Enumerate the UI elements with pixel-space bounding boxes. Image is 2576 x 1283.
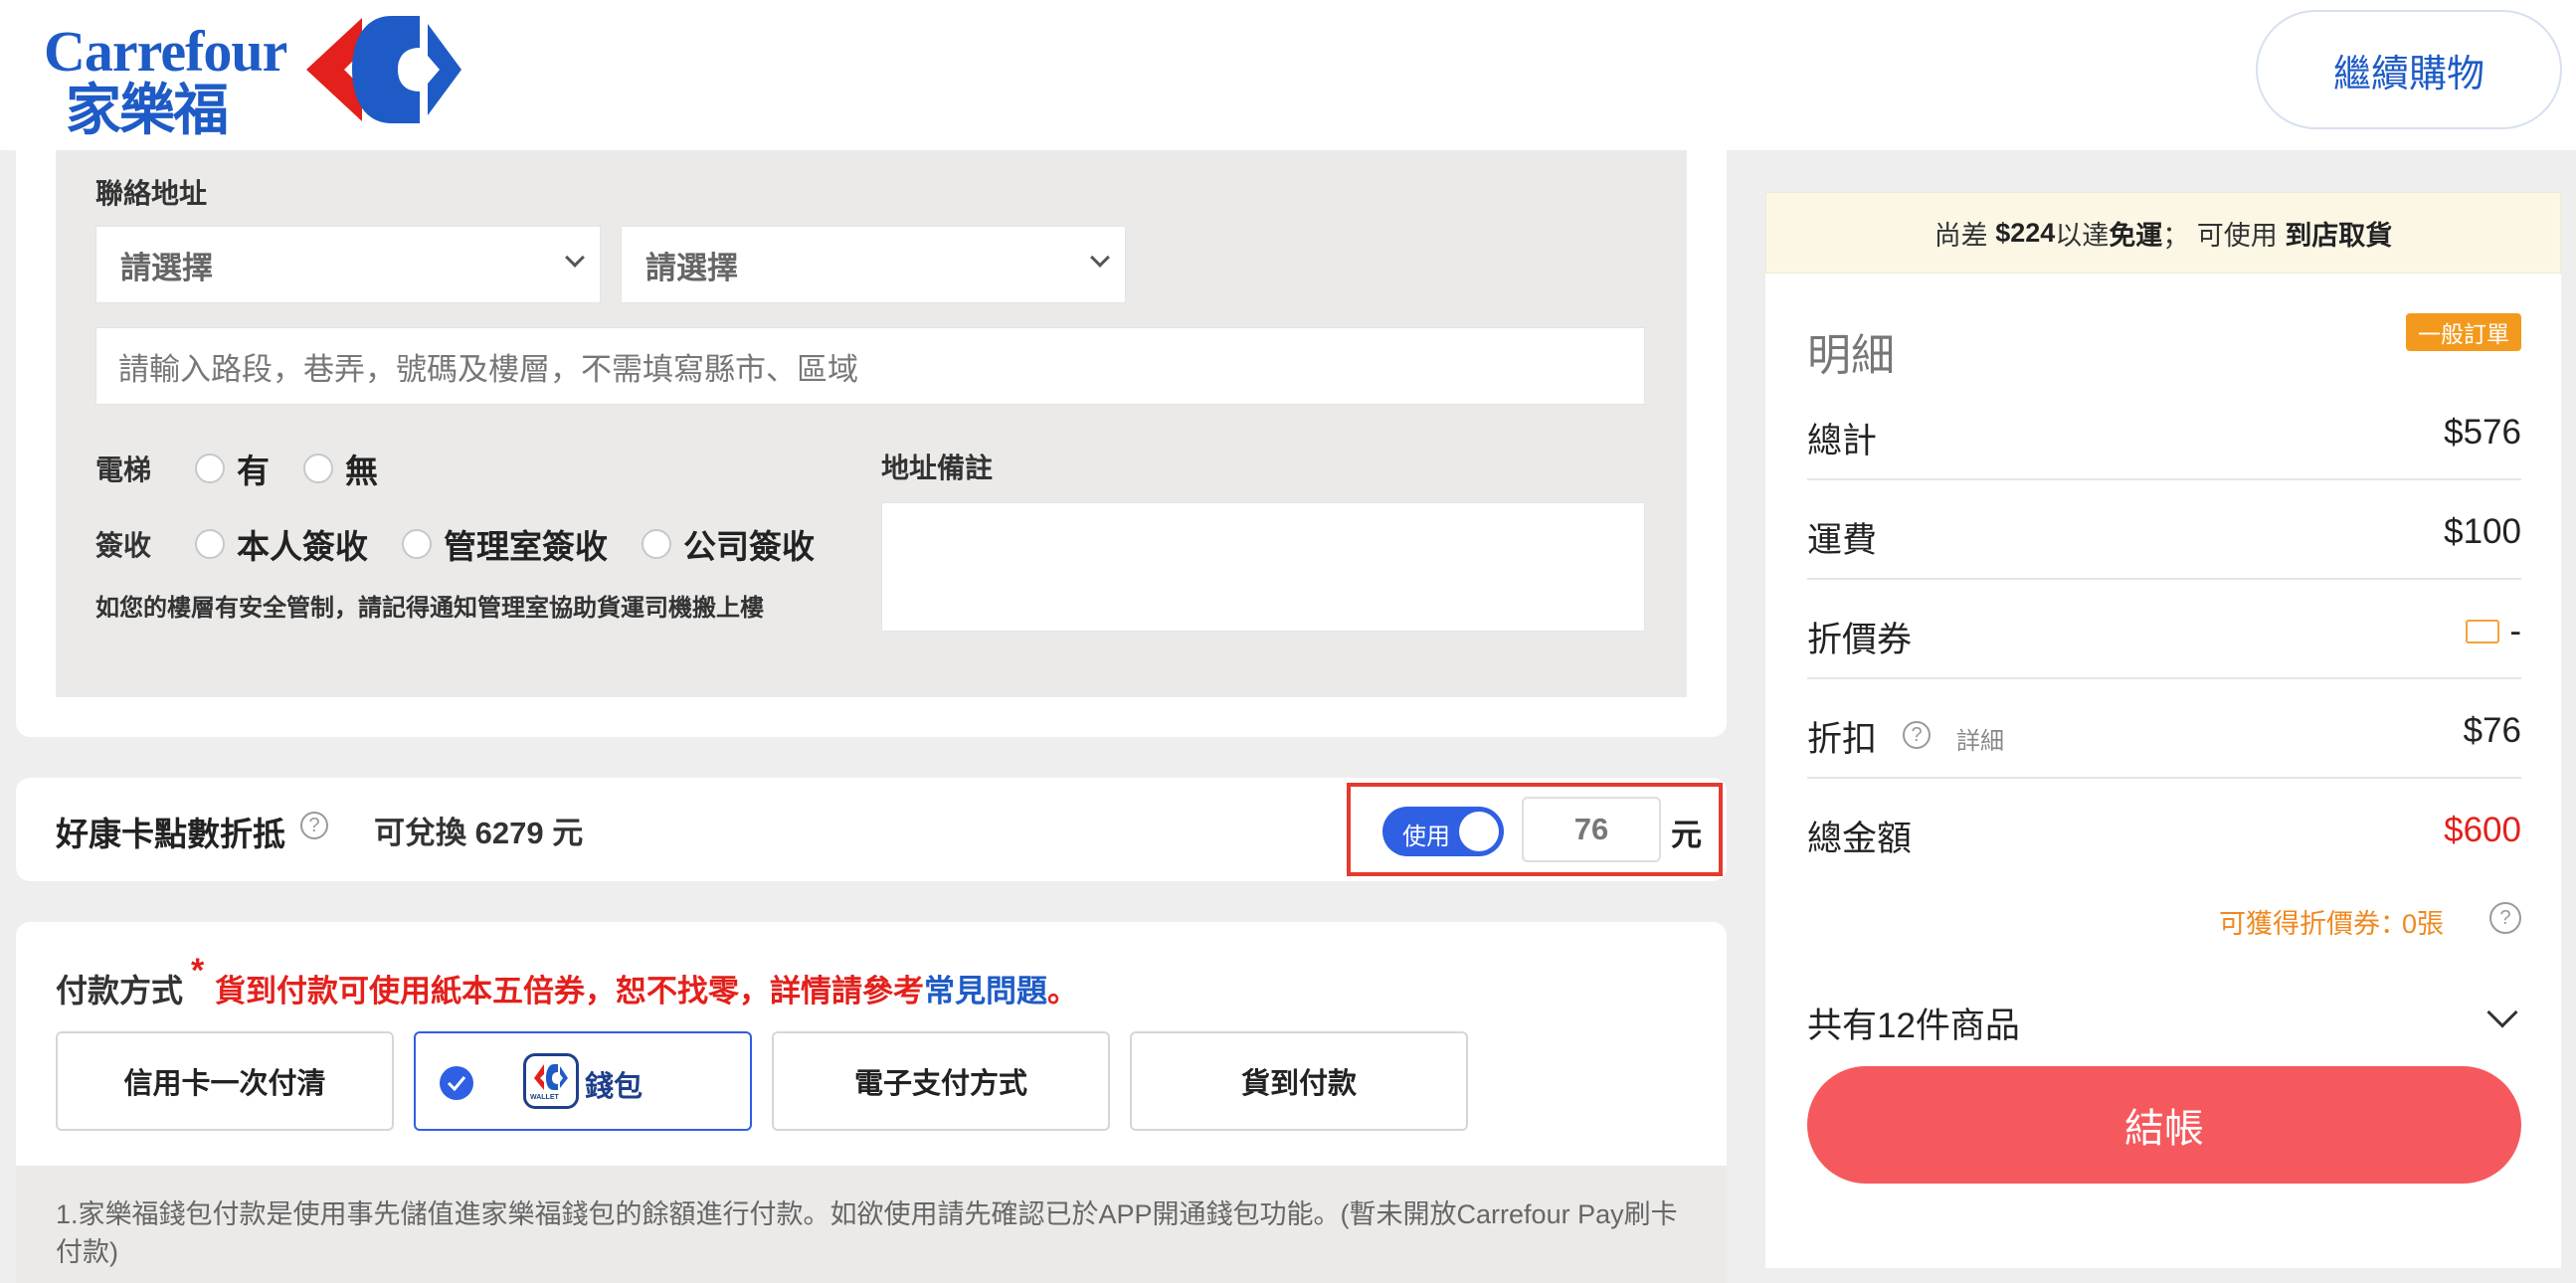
summary-label: 總金額 <box>1807 820 1913 858</box>
earn-count: 0張 <box>2402 909 2445 939</box>
city-select[interactable]: 請選擇 <box>95 226 601 303</box>
site-header: Carrefour 家樂福 繼續購物 <box>0 0 2576 150</box>
points-use-toggle[interactable]: 使用 <box>1382 807 1504 856</box>
pay-option-label: 貨到付款 <box>1240 1068 1357 1100</box>
earn-label: 可獲得折價券： <box>2219 909 2407 939</box>
logo-text-zh: 家樂福 <box>66 79 229 143</box>
receive-self-label[interactable]: 本人簽收 <box>237 520 368 568</box>
summary-value: $100 <box>2444 512 2521 551</box>
elevator-no-label[interactable]: 無 <box>345 445 378 492</box>
points-available-unit: 元 <box>552 816 584 850</box>
receive-radio-group: 簽收 本人簽收 管理室簽收 公司簽收 <box>95 520 848 568</box>
city-select-value: 請選擇 <box>120 250 213 285</box>
payment-warning-text: 貨到付款可使用紙本五倍券，恕不找零，詳情請參考 <box>215 974 924 1008</box>
toggle-label: 使用 <box>1402 824 1450 850</box>
street-address-input[interactable]: 請輸入路段，巷弄，號碼及樓層，不需填寫縣市、區域 <box>95 327 1645 405</box>
summary-row-shipping: 運費 $100 <box>1807 480 2521 580</box>
summary-label: 折價券 <box>1807 621 1913 659</box>
promo-prefix: 尚差 <box>1933 220 1988 251</box>
address-card: 聯絡地址 請選擇 請選擇 請輸入路段，巷弄，號碼及樓層，不需填寫縣市、區域 電梯… <box>16 150 1727 737</box>
address-form: 聯絡地址 請選擇 請選擇 請輸入路段，巷弄，號碼及樓層，不需填寫縣市、區域 電梯… <box>56 150 1687 697</box>
district-select[interactable]: 請選擇 <box>621 226 1126 303</box>
promo-pickup: 到店取貨 <box>2285 220 2393 251</box>
summary-value: - <box>2509 612 2521 650</box>
points-redeem-card: 好康卡點數折抵 ? 可兌換 6279 元 使用 76 元 <box>16 778 1727 881</box>
summary-value: $576 <box>2444 413 2521 452</box>
toggle-knob <box>1459 812 1499 851</box>
points-available: 可兌換 6279 元 <box>374 808 583 852</box>
payment-title: 付款方式 <box>56 973 184 1008</box>
faq-link[interactable]: 常見問題 <box>924 974 1047 1008</box>
question-circle-icon[interactable]: ? <box>2489 902 2521 934</box>
points-available-prefix: 可兌換 <box>374 816 466 850</box>
receive-management-radio[interactable] <box>402 529 433 559</box>
order-type-badge: 一般訂單 <box>2406 313 2521 351</box>
pay-option-credit-card[interactable]: 信用卡一次付清 <box>56 1031 394 1131</box>
elevator-label: 電梯 <box>95 455 152 485</box>
question-circle-icon[interactable]: ? <box>1903 721 1931 749</box>
summary-row-discount: 折扣 ? 詳細 $76 <box>1807 679 2521 779</box>
summary-label: 折扣 <box>1807 720 1878 759</box>
items-expander[interactable]: 共有12件商品 <box>1807 994 2521 1053</box>
receive-management-label[interactable]: 管理室簽收 <box>444 520 608 568</box>
address-remark-textarea[interactable] <box>881 502 1645 632</box>
summary-value: $76 <box>2463 711 2521 750</box>
pay-option-wallet[interactable]: WALLET 錢包 <box>414 1031 752 1131</box>
address-section-label: 聯絡地址 <box>95 178 208 209</box>
points-unit: 元 <box>1671 818 1702 852</box>
pay-option-e-payment[interactable]: 電子支付方式 <box>772 1031 1110 1131</box>
receive-company-label[interactable]: 公司簽收 <box>683 520 815 568</box>
points-available-value: 6279 <box>474 816 544 850</box>
chevron-down-icon <box>1090 248 1110 268</box>
promo-amount: $224 <box>1995 217 2056 248</box>
summary-row-coupon[interactable]: 折價券 - <box>1807 580 2521 679</box>
points-amount-input[interactable]: 76 <box>1522 797 1661 862</box>
promo-free: 免運 <box>2109 220 2163 251</box>
points-title: 好康卡點數折抵 <box>56 816 285 852</box>
earn-coupons: 可獲得折價券： 0張 ? <box>1807 898 2521 939</box>
summary-title: 明細 <box>1807 331 1895 380</box>
summary-label: 總計 <box>1807 422 1878 460</box>
elevator-yes-radio[interactable] <box>195 454 226 483</box>
summary-label: 運費 <box>1807 521 1878 560</box>
carrefour-wallet-icon: WALLET <box>523 1053 579 1109</box>
summary-total-value: $600 <box>2444 811 2521 849</box>
receive-self-radio[interactable] <box>195 529 226 559</box>
discount-detail-link[interactable]: 詳細 <box>1956 721 2004 756</box>
ticket-icon <box>2466 620 2499 643</box>
elevator-no-radio[interactable] <box>303 454 334 483</box>
elevator-yes-label[interactable]: 有 <box>237 445 270 492</box>
check-circle-icon <box>440 1066 473 1100</box>
district-select-value: 請選擇 <box>645 250 738 285</box>
free-shipping-banner: 尚差 $224 以達 免運； 可使用 到店取貨 <box>1765 192 2561 274</box>
continue-shopping-button[interactable]: 繼續購物 <box>2256 10 2562 129</box>
elevator-radio-group: 電梯 有 無 <box>95 445 412 492</box>
required-mark: * <box>191 952 205 990</box>
pay-option-label: 錢包 <box>585 1071 644 1103</box>
carrefour-mark-icon <box>306 16 461 123</box>
payment-card: 付款方式 * 貨到付款可使用紙本五倍券，恕不找零，詳情請參考常見問題。 信用卡一… <box>16 922 1727 1283</box>
summary-row-subtotal: 總計 $576 <box>1807 381 2521 480</box>
carrefour-logo[interactable]: Carrefour 家樂福 <box>44 14 471 143</box>
address-remark-label: 地址備註 <box>881 453 994 483</box>
order-summary: 明細 一般訂單 總計 $576 運費 $100 折價券 - 折扣 ? 詳細 $7… <box>1765 274 2561 1268</box>
pay-option-label: 電子支付方式 <box>853 1068 1027 1100</box>
payment-warning-end: 。 <box>1047 974 1078 1008</box>
payment-info: 1.家樂福錢包付款是使用事先儲值進家樂福錢包的餘額進行付款。如欲使用請先確認已於… <box>16 1166 1727 1283</box>
receive-company-radio[interactable] <box>642 529 672 559</box>
summary-row-total: 總金額 $600 <box>1807 779 2521 878</box>
payment-warning: 貨到付款可使用紙本五倍券，恕不找零，詳情請參考常見問題。 <box>215 966 1078 1010</box>
wallet-icon-text: WALLET <box>530 1094 559 1101</box>
security-note: 如您的樓層有安全管制，請記得通知管理室協助貨運司機搬上樓 <box>95 595 764 622</box>
pay-option-label: 信用卡一次付清 <box>123 1068 326 1100</box>
chevron-down-icon <box>565 248 585 268</box>
pay-option-cash-on-delivery[interactable]: 貨到付款 <box>1130 1031 1468 1131</box>
promo-sep: ； 可使用 <box>2162 220 2278 251</box>
help-icon[interactable]: ? <box>300 812 328 839</box>
promo-mid: 以達 <box>2055 220 2110 251</box>
receive-label: 簽收 <box>95 530 152 561</box>
items-count-label: 共有12件商品 <box>1807 1007 2020 1045</box>
checkout-button[interactable]: 結帳 <box>1807 1066 2521 1184</box>
chevron-down-icon <box>2486 997 2518 1028</box>
